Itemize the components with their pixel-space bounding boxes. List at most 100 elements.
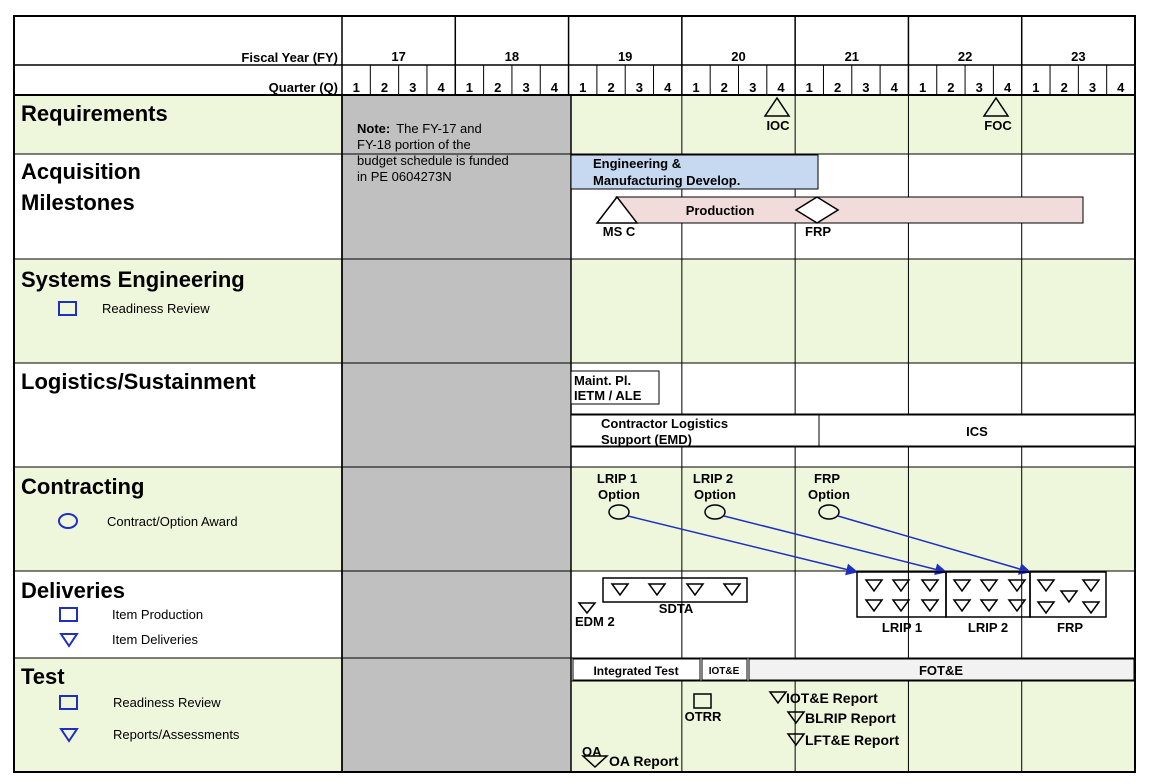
- quarter-label: 2: [494, 80, 501, 95]
- lrip1-delivery: [864, 579, 940, 613]
- quarter-label: 3: [522, 80, 529, 95]
- sdta-label: SDTA: [659, 601, 694, 616]
- quarter-label: 4: [664, 80, 672, 95]
- legend-label-contract-award: Contract/Option Award: [107, 514, 238, 529]
- section-title-contracting: Contracting: [21, 474, 144, 499]
- frp-delivery-label: FRP: [1057, 620, 1083, 635]
- quarter-label: 3: [749, 80, 756, 95]
- ioc-label: IOC: [766, 118, 790, 133]
- fiscal-year-label: 22: [958, 49, 972, 64]
- sdta-delivery-3: [685, 583, 705, 597]
- section-title-acquisition-2: Milestones: [21, 190, 135, 215]
- maint-plan-label-2: IETM / ALE: [574, 388, 642, 403]
- square-icon: [59, 607, 78, 622]
- note-line-1: Note: The FY-17 and: [357, 121, 482, 136]
- gray-prior-years-block: [341, 94, 572, 773]
- production-label: Production: [686, 203, 755, 218]
- quarter-label: 1: [692, 80, 699, 95]
- quarter-label: 1: [579, 80, 586, 95]
- lfte-report-label: LFT&E Report: [805, 732, 899, 748]
- quarter-label: 4: [551, 80, 559, 95]
- sdta-box: [602, 577, 748, 603]
- section-title-requirements: Requirements: [21, 101, 168, 126]
- integrated-test-label: Integrated Test: [593, 664, 678, 678]
- fy-header-label: Fiscal Year (FY): [241, 50, 338, 65]
- note-line-3: budget schedule is funded: [357, 153, 509, 168]
- quarter-label: 1: [806, 80, 813, 95]
- quarter-label: 3: [862, 80, 869, 95]
- note-line-2: FY-18 portion of the: [357, 137, 471, 152]
- quarter-label: 3: [976, 80, 983, 95]
- emd-label-2: Manufacturing Develop.: [593, 173, 740, 188]
- iote-report-label: IOT&E Report: [786, 690, 878, 706]
- otrr-label: OTRR: [685, 709, 722, 724]
- frp-delivery: [1036, 579, 1101, 615]
- legend-label-reports: Reports/Assessments: [113, 727, 240, 742]
- edm-label: EDM 2: [575, 614, 615, 629]
- frp-decision-label: FRP: [805, 224, 831, 239]
- quarter-label: 2: [607, 80, 614, 95]
- quarter-label: 1: [466, 80, 473, 95]
- section-title-test: Test: [21, 664, 65, 689]
- quarter-label: 1: [1032, 80, 1039, 95]
- quarter-label: 1: [919, 80, 926, 95]
- quarter-label: 2: [381, 80, 388, 95]
- maint-plan-label-1: Maint. Pl.: [574, 373, 631, 388]
- quarter-label: 1: [353, 80, 360, 95]
- fiscal-year-label: 23: [1071, 49, 1085, 64]
- lrip2-label: LRIP 2: [968, 620, 1008, 635]
- foc-label: FOC: [984, 118, 1012, 133]
- quarter-label: 2: [1061, 80, 1068, 95]
- requirements-row-bg: [14, 95, 1135, 154]
- lrip1-option-label-2: Option: [598, 487, 640, 502]
- quarter-label: 2: [834, 80, 841, 95]
- cls-label-2: Support (EMD): [601, 432, 692, 447]
- quarter-label: 2: [721, 80, 728, 95]
- fiscal-year-labels: 17 18 19 20 21 22 23: [391, 49, 1085, 64]
- cls-label-1: Contractor Logistics: [601, 416, 728, 431]
- fote-label: FOT&E: [919, 663, 963, 678]
- quarter-label: 4: [437, 80, 445, 95]
- quarter-label: 3: [1089, 80, 1096, 95]
- blrip-report-label: BLRIP Report: [805, 710, 896, 726]
- program-schedule: Fiscal Year (FY) Quarter (Q) 17 18 19 20 21 2…: [13, 15, 1136, 773]
- section-title-logistics: Logistics/Sustainment: [21, 369, 256, 394]
- lrip2-option-label-1: LRIP 2: [693, 471, 733, 486]
- quarter-label: 3: [636, 80, 643, 95]
- fiscal-year-label: 19: [618, 49, 632, 64]
- ics-label: ICS: [966, 424, 988, 439]
- emd-label-1: Engineering &: [593, 156, 681, 171]
- fiscal-year-label: 20: [731, 49, 745, 64]
- quarter-label: 4: [777, 80, 785, 95]
- note-text-1: The FY-17 and: [396, 121, 482, 136]
- section-title-acquisition-1: Acquisition: [21, 159, 141, 184]
- frp-option-label-2: Option: [808, 487, 850, 502]
- quarter-header-label: Quarter (Q): [269, 80, 338, 95]
- iote-label: IOT&E: [709, 666, 740, 677]
- legend-label-item-production: Item Production: [112, 607, 203, 622]
- quarter-label: 4: [891, 80, 899, 95]
- legend-label-item-deliveries: Item Deliveries: [112, 632, 198, 647]
- frp-box: [1029, 571, 1107, 618]
- lrip1-label: LRIP 1: [882, 620, 922, 635]
- note-bold: Note:: [357, 121, 390, 136]
- quarter-label: 3: [409, 80, 416, 95]
- triangle-down-icon: [59, 633, 79, 648]
- lrip2-option-label-2: Option: [694, 487, 736, 502]
- note-line-4: in PE 0604273N: [357, 169, 452, 184]
- oa-report-label: OA Report: [609, 753, 679, 769]
- section-title-deliveries: Deliveries: [21, 578, 125, 603]
- fiscal-year-label: 18: [505, 49, 519, 64]
- fiscal-year-label: 21: [845, 49, 859, 64]
- ms-c-label: MS C: [603, 224, 636, 239]
- section-title-systems-engineering: Systems Engineering: [21, 267, 245, 292]
- sdta-delivery-4: [722, 583, 742, 597]
- sdta-delivery-2: [647, 583, 667, 597]
- lrip1-option-label-1: LRIP 1: [597, 471, 637, 486]
- quarter-label: 4: [1004, 80, 1012, 95]
- frp-option-label-1: FRP: [814, 471, 840, 486]
- quarter-label: 4: [1117, 80, 1125, 95]
- legend-label-se-readiness: Readiness Review: [102, 301, 210, 316]
- lrip2-delivery: [952, 579, 1027, 613]
- quarter-label: 2: [947, 80, 954, 95]
